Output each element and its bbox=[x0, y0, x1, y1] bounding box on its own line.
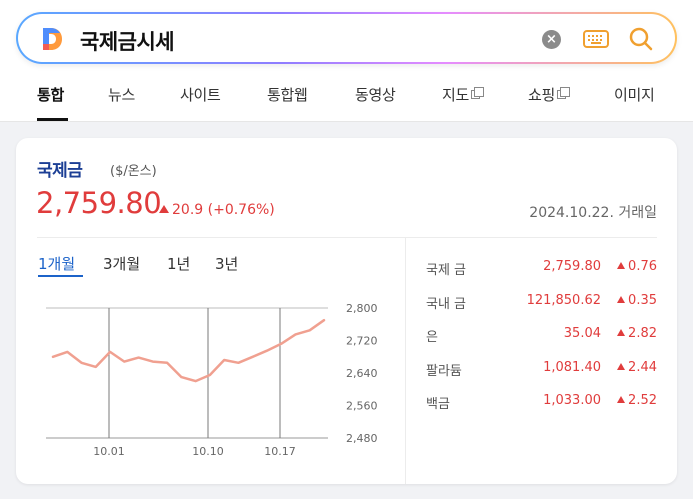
list-item[interactable]: 국내 금 121,850.62 0.35 bbox=[426, 290, 661, 324]
tab-site[interactable]: 사이트 bbox=[180, 84, 221, 105]
metal-price-list: 국제 금 2,759.80 0.76 국내 금 121,850.62 0.35 … bbox=[426, 256, 661, 424]
metal-change-value: 0.35 bbox=[628, 292, 657, 308]
up-arrow-icon bbox=[617, 329, 626, 336]
metal-value: 2,759.80 bbox=[543, 259, 601, 274]
metal-change: 2.82 bbox=[617, 326, 657, 341]
search-header: 국제금시세 × 통합 뉴스 사이트 통합웹 동영상 지도 쇼핑 이미지 bbox=[0, 0, 693, 122]
metal-value: 121,850.62 bbox=[526, 292, 601, 308]
external-link-icon bbox=[557, 87, 571, 99]
tab-integrated[interactable]: 통합 bbox=[37, 84, 64, 105]
y-tick-label: 2,480 bbox=[346, 432, 378, 445]
search-icon[interactable] bbox=[628, 26, 654, 52]
trade-date: 2024.10.22. 거래일 bbox=[529, 205, 657, 221]
metal-name: 백금 bbox=[426, 397, 450, 412]
tab-shopping-label: 쇼핑 bbox=[528, 86, 556, 104]
price-chart[interactable]: 2,800 2,720 2,640 2,560 2,480 10.01 10.10 10.17 bbox=[16, 138, 405, 484]
up-arrow-icon bbox=[617, 262, 626, 269]
y-tick-label: 2,800 bbox=[346, 302, 378, 315]
metal-change: 2.44 bbox=[617, 360, 657, 375]
up-arrow-icon bbox=[617, 396, 626, 403]
gold-price-card: 국제금 ($/온스) 2,759.80 20.9 (+0.76%) 2024.1… bbox=[16, 138, 677, 484]
tab-map-label: 지도 bbox=[442, 86, 470, 104]
x-tick-label: 10.10 bbox=[192, 445, 224, 458]
y-tick-label: 2,640 bbox=[346, 367, 378, 380]
metal-change-value: 0.76 bbox=[628, 259, 657, 274]
price-line-series bbox=[51, 318, 326, 383]
metal-name: 은 bbox=[426, 330, 438, 345]
metal-name: 국내 금 bbox=[426, 296, 467, 312]
metal-value: 1,081.40 bbox=[543, 359, 601, 375]
x-tick-label: 10.17 bbox=[264, 445, 296, 458]
list-item[interactable]: 팔라듐 1,081.40 2.44 bbox=[426, 357, 661, 391]
list-item[interactable]: 국제 금 2,759.80 0.76 bbox=[426, 256, 661, 290]
tab-shopping[interactable]: 쇼핑 bbox=[528, 84, 571, 105]
metal-change: 0.76 bbox=[617, 259, 657, 274]
search-input[interactable]: 국제금시세 bbox=[80, 26, 175, 56]
metal-change: 2.52 bbox=[617, 393, 657, 408]
daum-logo-icon bbox=[43, 28, 62, 50]
metal-change-value: 2.44 bbox=[628, 359, 657, 375]
metal-value: 35.04 bbox=[563, 326, 601, 341]
list-item[interactable]: 은 35.04 2.82 bbox=[426, 323, 661, 357]
divider bbox=[405, 237, 406, 484]
tab-map[interactable]: 지도 bbox=[442, 84, 485, 105]
metal-change-value: 2.52 bbox=[628, 393, 657, 408]
keyboard-icon[interactable] bbox=[583, 28, 609, 50]
up-arrow-icon bbox=[617, 362, 626, 370]
metal-name: 팔라듐 bbox=[426, 363, 462, 379]
tab-news[interactable]: 뉴스 bbox=[108, 84, 135, 105]
tab-images[interactable]: 이미지 bbox=[614, 84, 655, 105]
metal-change: 0.35 bbox=[617, 293, 657, 308]
x-tick-label: 10.01 bbox=[93, 445, 125, 458]
y-tick-label: 2,560 bbox=[346, 400, 378, 413]
search-tabs: 통합 뉴스 사이트 통합웹 동영상 지도 쇼핑 이미지 bbox=[0, 80, 693, 122]
external-link-icon bbox=[471, 87, 485, 99]
list-item[interactable]: 백금 1,033.00 2.52 bbox=[426, 390, 661, 424]
search-box[interactable]: 국제금시세 × bbox=[16, 12, 677, 64]
up-arrow-icon bbox=[617, 295, 626, 303]
metal-name: 국제 금 bbox=[426, 263, 467, 278]
clear-icon[interactable]: × bbox=[542, 30, 561, 49]
tab-video[interactable]: 동영상 bbox=[355, 84, 396, 105]
y-tick-label: 2,720 bbox=[346, 335, 378, 348]
metal-change-value: 2.82 bbox=[628, 326, 657, 341]
tab-integrated-web[interactable]: 통합웹 bbox=[267, 84, 308, 105]
metal-value: 1,033.00 bbox=[543, 393, 601, 408]
active-tab-indicator bbox=[37, 118, 68, 121]
